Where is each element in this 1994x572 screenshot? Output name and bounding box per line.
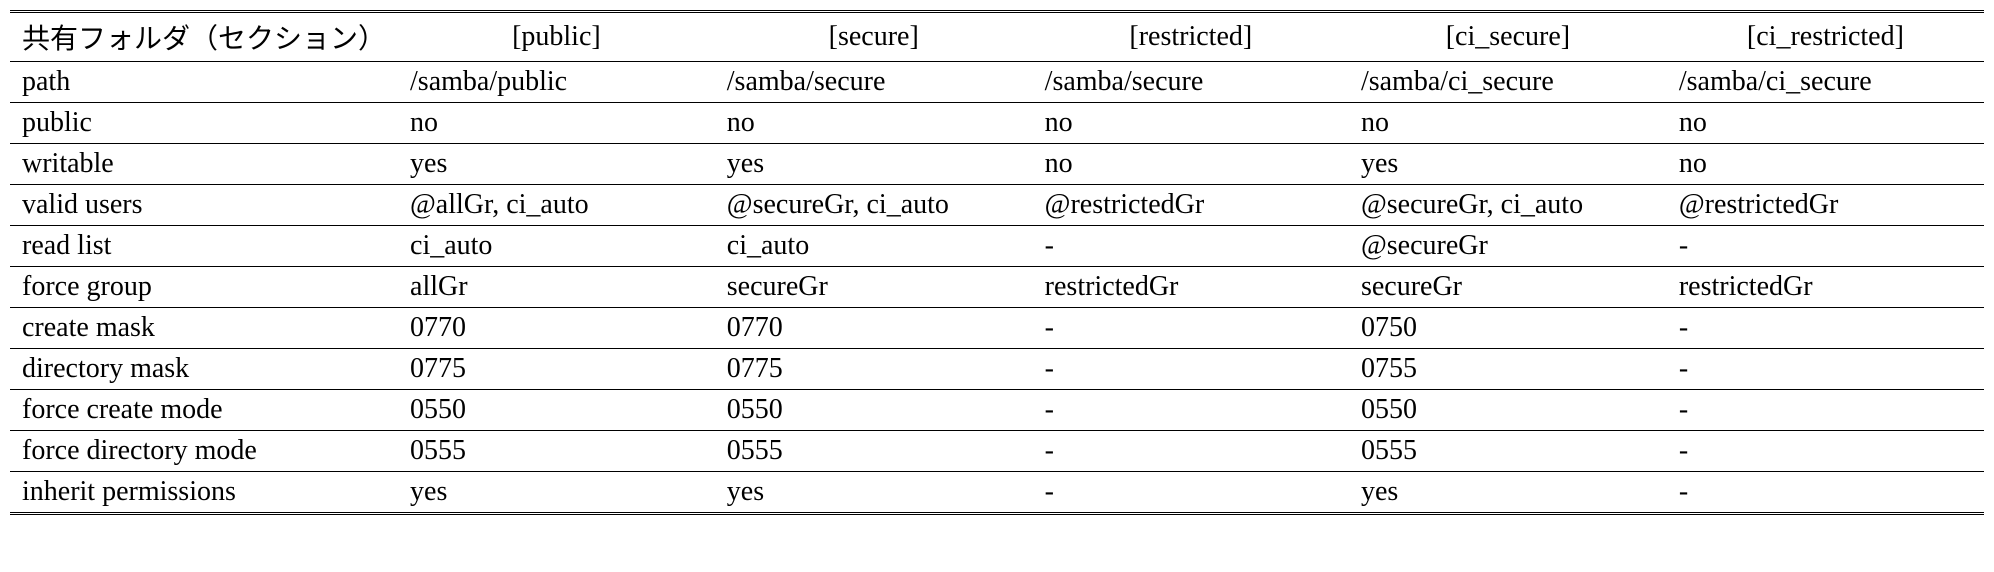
row-label: directory mask [10, 349, 398, 390]
cell-value: @secureGr [1349, 226, 1667, 267]
col-header-ci-secure: [ci_secure] [1349, 12, 1667, 62]
row-label: inherit permissions [10, 472, 398, 514]
cell-value: no [398, 103, 715, 144]
cell-value: secureGr [715, 267, 1033, 308]
table-row: publicnonononono [10, 103, 1984, 144]
cell-value: 0770 [715, 308, 1033, 349]
table-row: force create mode05500550-0550- [10, 390, 1984, 431]
col-header-ci-restricted: [ci_restricted] [1667, 12, 1984, 62]
row-label-header: 共有フォルダ（セクション） [10, 12, 398, 62]
cell-value: 0750 [1349, 308, 1667, 349]
cell-value: /samba/public [398, 62, 715, 103]
table-body: path/samba/public/samba/secure/samba/sec… [10, 62, 1984, 514]
table-row: force groupallGrsecureGrrestrictedGrsecu… [10, 267, 1984, 308]
row-label: force create mode [10, 390, 398, 431]
cell-value: - [1033, 226, 1349, 267]
table-header-row: 共有フォルダ（セクション） [public] [secure] [restric… [10, 12, 1984, 62]
cell-value: yes [1349, 472, 1667, 514]
cell-value: - [1667, 390, 1984, 431]
cell-value: secureGr [1349, 267, 1667, 308]
cell-value: @restrictedGr [1033, 185, 1349, 226]
table-row: force directory mode05550555-0555- [10, 431, 1984, 472]
row-label: force group [10, 267, 398, 308]
cell-value: /samba/ci_secure [1667, 62, 1984, 103]
cell-value: ci_auto [715, 226, 1033, 267]
samba-config-table: 共有フォルダ（セクション） [public] [secure] [restric… [10, 10, 1984, 515]
cell-value: no [1349, 103, 1667, 144]
cell-value: /samba/ci_secure [1349, 62, 1667, 103]
table-row: create mask07700770-0750- [10, 308, 1984, 349]
row-label: valid users [10, 185, 398, 226]
cell-value: - [1033, 308, 1349, 349]
row-label: path [10, 62, 398, 103]
cell-value: 0770 [398, 308, 715, 349]
cell-value: - [1667, 472, 1984, 514]
cell-value: yes [715, 144, 1033, 185]
cell-value: - [1033, 431, 1349, 472]
cell-value: @secureGr, ci_auto [715, 185, 1033, 226]
col-header-secure: [secure] [715, 12, 1033, 62]
col-header-public: [public] [398, 12, 715, 62]
cell-value: 0555 [715, 431, 1033, 472]
table-row: path/samba/public/samba/secure/samba/sec… [10, 62, 1984, 103]
cell-value: no [1033, 144, 1349, 185]
table-row: directory mask07750775-0755- [10, 349, 1984, 390]
cell-value: no [1667, 144, 1984, 185]
cell-value: no [1667, 103, 1984, 144]
table-row: read listci_autoci_auto-@secureGr- [10, 226, 1984, 267]
table-row: valid users@allGr, ci_auto@secureGr, ci_… [10, 185, 1984, 226]
row-label: read list [10, 226, 398, 267]
cell-value: - [1667, 226, 1984, 267]
cell-value: restrictedGr [1667, 267, 1984, 308]
cell-value: @allGr, ci_auto [398, 185, 715, 226]
cell-value: - [1667, 308, 1984, 349]
table-row: inherit permissionsyesyes-yes- [10, 472, 1984, 514]
cell-value: - [1033, 349, 1349, 390]
cell-value: yes [398, 144, 715, 185]
cell-value: allGr [398, 267, 715, 308]
cell-value: - [1033, 390, 1349, 431]
cell-value: 0555 [398, 431, 715, 472]
cell-value: ci_auto [398, 226, 715, 267]
cell-value: 0550 [715, 390, 1033, 431]
cell-value: /samba/secure [1033, 62, 1349, 103]
cell-value: no [715, 103, 1033, 144]
cell-value: - [1667, 349, 1984, 390]
cell-value: 0775 [398, 349, 715, 390]
cell-value: 0550 [1349, 390, 1667, 431]
cell-value: no [1033, 103, 1349, 144]
cell-value: @restrictedGr [1667, 185, 1984, 226]
cell-value: restrictedGr [1033, 267, 1349, 308]
cell-value: - [1033, 472, 1349, 514]
cell-value: @secureGr, ci_auto [1349, 185, 1667, 226]
cell-value: yes [398, 472, 715, 514]
row-label: writable [10, 144, 398, 185]
cell-value: /samba/secure [715, 62, 1033, 103]
cell-value: 0555 [1349, 431, 1667, 472]
cell-value: 0550 [398, 390, 715, 431]
row-label: create mask [10, 308, 398, 349]
row-label: force directory mode [10, 431, 398, 472]
cell-value: 0755 [1349, 349, 1667, 390]
cell-value: 0775 [715, 349, 1033, 390]
cell-value: - [1667, 431, 1984, 472]
col-header-restricted: [restricted] [1033, 12, 1349, 62]
cell-value: yes [715, 472, 1033, 514]
cell-value: yes [1349, 144, 1667, 185]
table-row: writableyesyesnoyesno [10, 144, 1984, 185]
row-label: public [10, 103, 398, 144]
